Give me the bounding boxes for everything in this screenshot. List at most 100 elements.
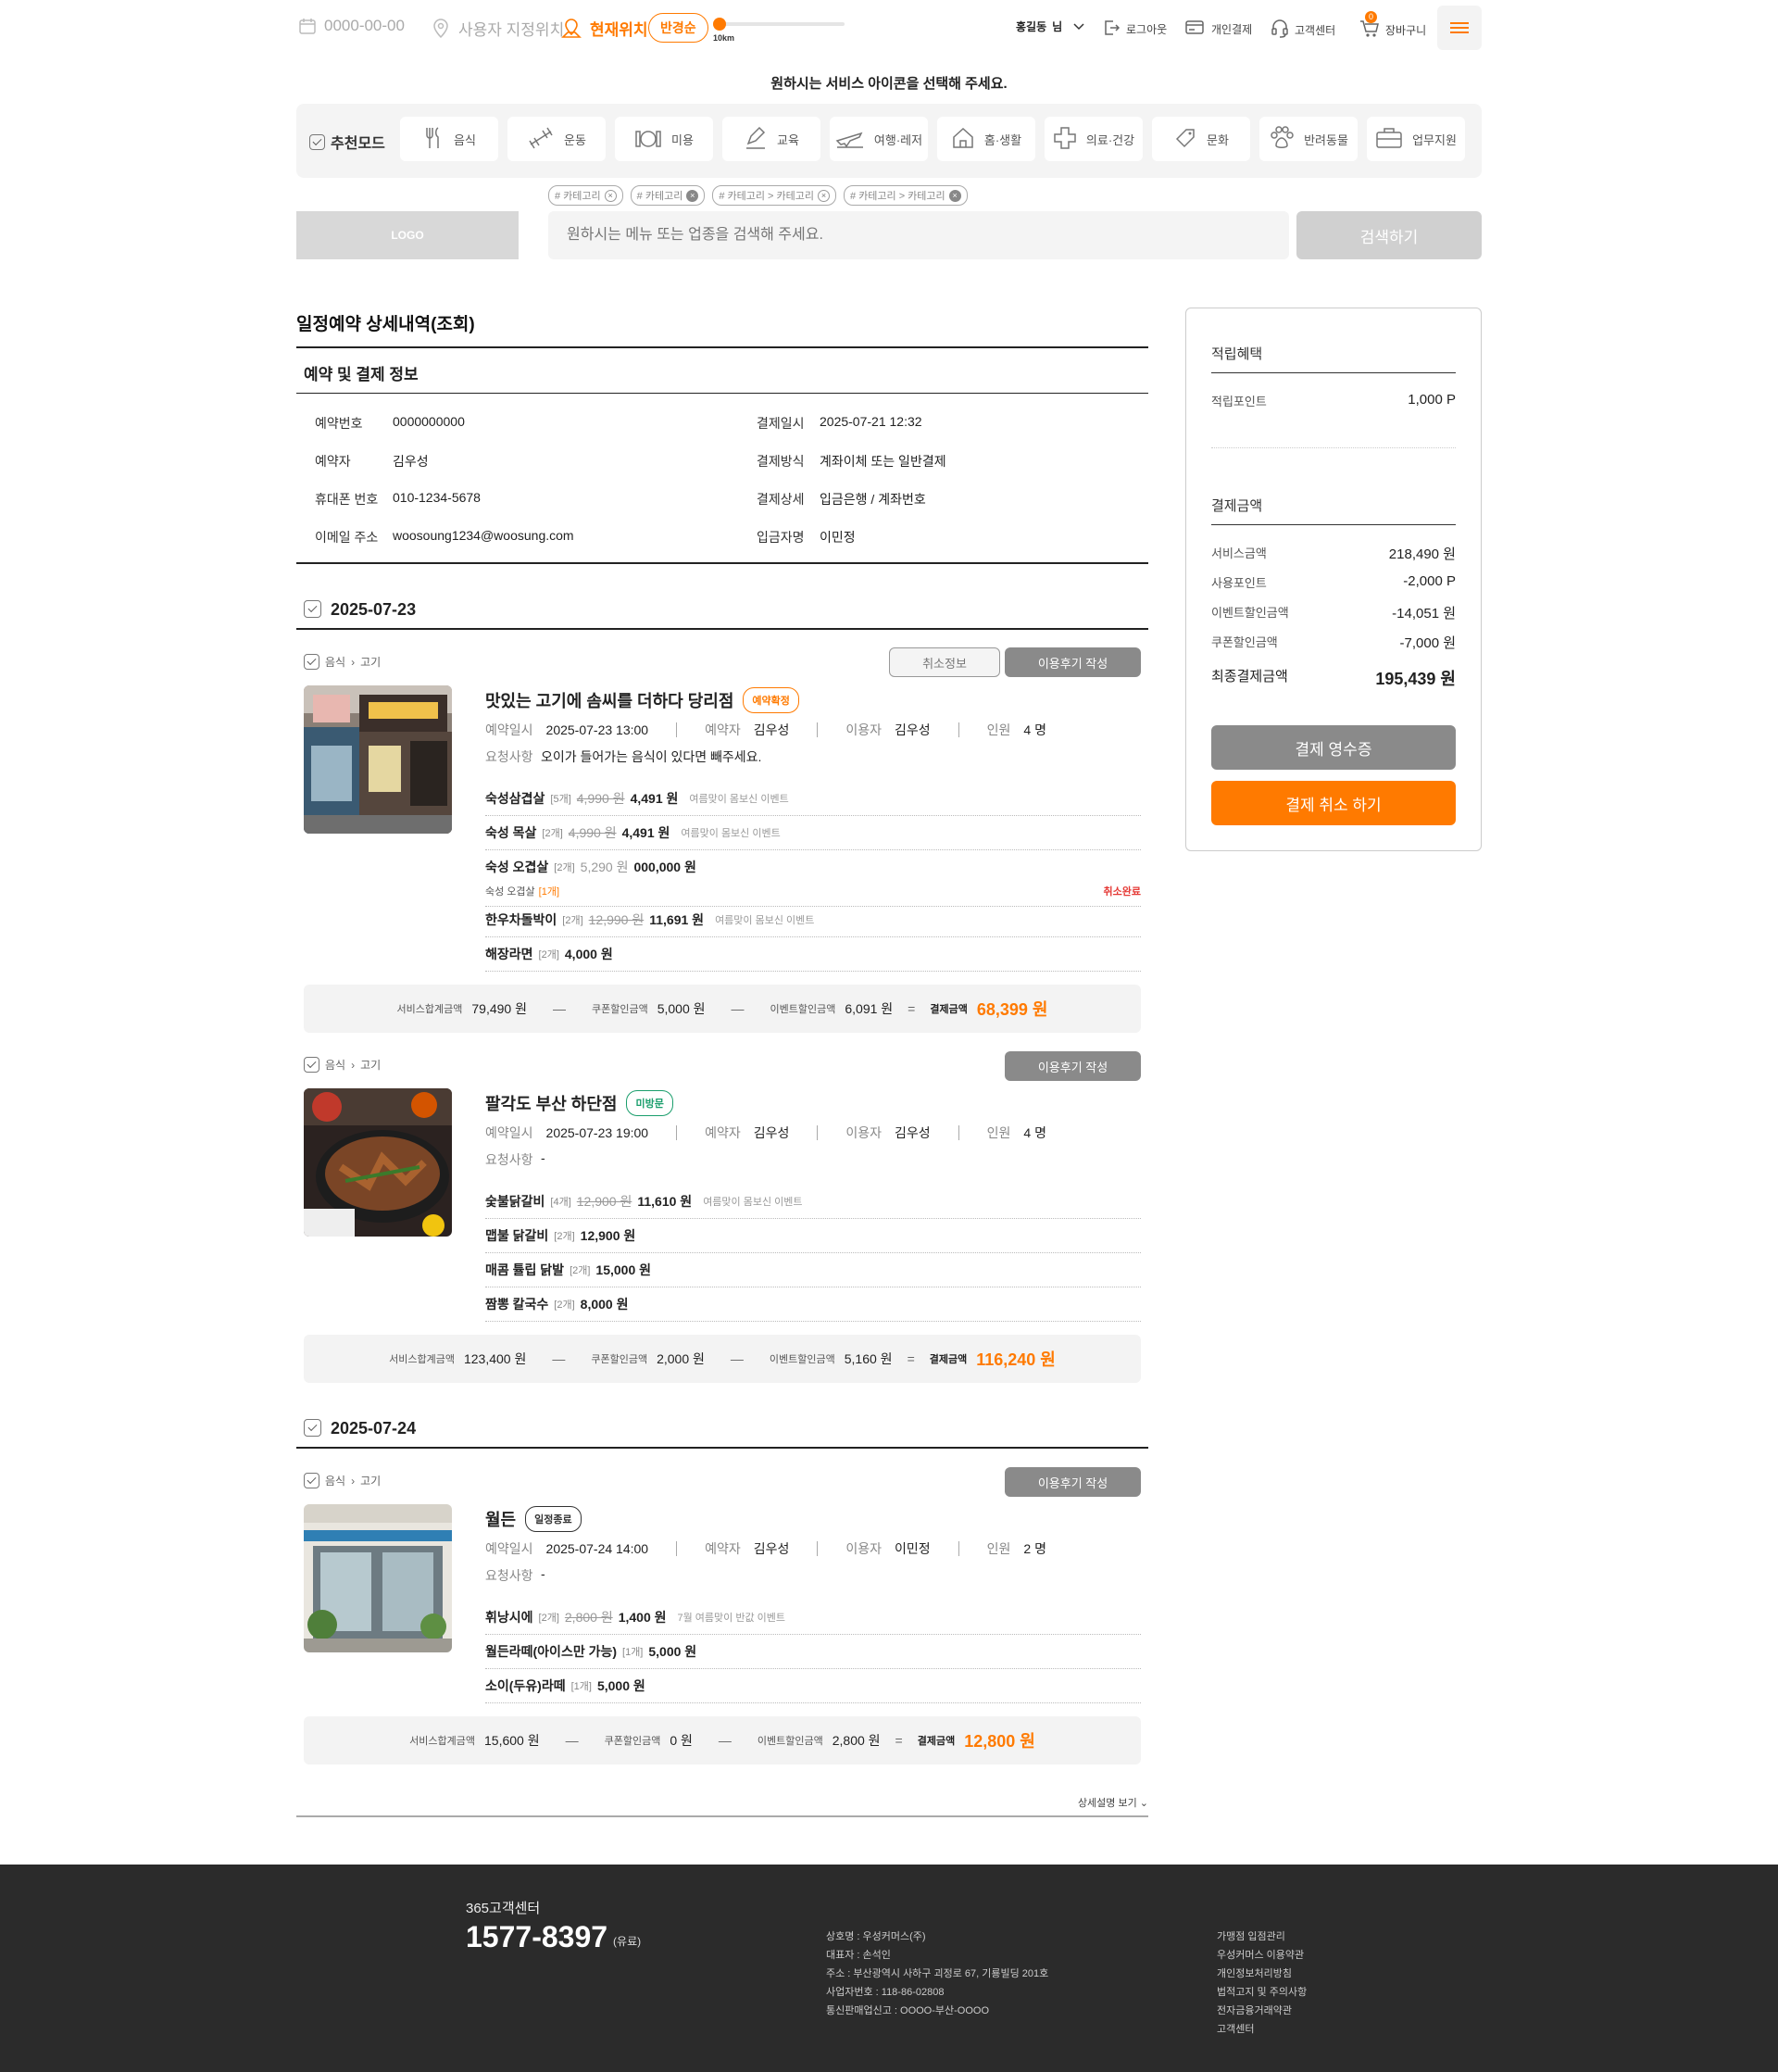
current-location-button[interactable]: 현재위치 [560,17,648,40]
menu-event: 7월 여름맞이 반값 이벤트 [677,1613,786,1624]
category-label: 음식 [454,132,476,147]
menu-qty: [2개] [542,828,563,839]
checkbox-icon[interactable] [304,1473,319,1488]
user-menu[interactable]: 홍길동 님 [1016,19,1084,34]
meta-key: 예약자 [705,1541,741,1556]
user-location-button[interactable]: 사용자 지정위치 [431,17,564,40]
show-more-link[interactable]: 상세설명 보기 ⌄ [296,1795,1148,1817]
info-row: 결제방식 계좌이체 또는 일반결제 [757,452,946,471]
radius-sort-label: 반경순 [648,13,708,43]
personal-pay-link[interactable]: 개인결제 [1185,19,1252,40]
logout-link[interactable]: 로그아웃 [1102,19,1167,40]
receipt-button[interactable]: 결제 영수증 [1211,725,1456,770]
final-value: 195,439 원 [1375,670,1456,688]
divider [817,1125,819,1140]
menu-event: 여름맞이 몸보신 이벤트 [715,915,815,926]
category-business[interactable]: 업무지원 [1367,117,1465,161]
store-thumbnail[interactable] [304,1088,452,1237]
equals-sign: = [907,1351,915,1366]
recommend-mode-toggle[interactable]: 추천모드 [309,131,385,153]
footer-link[interactable]: 전자금융거래약관 [1217,2002,1307,2020]
customer-center-link[interactable]: 고객센터 [1271,19,1335,42]
footer-link[interactable]: 개인정보처리방침 [1217,1965,1307,1983]
category-tag[interactable]: # 카테고리 × [630,185,706,206]
meta-key: 예약자 [705,722,741,737]
top-bar: 0000-00-00 사용자 지정위치 현재위치 반경순 10km 홍길동 님 … [296,0,1482,56]
meta-key: 이용자 [845,1125,882,1140]
close-icon[interactable]: × [817,189,830,202]
category-tag[interactable]: # 카테고리 > 카테고리 × [712,185,836,206]
distance-slider[interactable]: 10km [713,18,845,43]
info-row: 결제상세 입금은행 / 계좌번호 [757,490,926,509]
cs-phone[interactable]: 1577-8397 [466,1920,607,1954]
write-review-button[interactable]: 이용후기 작성 [1005,647,1141,677]
info-value: 010-1234-5678 [393,490,481,505]
info-key: 예약번호 [315,416,363,431]
search-button[interactable]: 검색하기 [1296,211,1482,259]
footer-link[interactable]: 우성커머스 이용약관 [1217,1946,1307,1965]
logo[interactable]: LOGO [296,211,519,259]
store-thumbnail[interactable] [304,685,452,834]
category-food[interactable]: 음식 [400,117,498,161]
meta-value: 김우성 [753,1541,790,1556]
home-icon [951,126,975,153]
store-name[interactable]: 맛있는 고기에 솜씨를 더하다 당리점 [485,688,733,712]
store-name[interactable]: 팔각도 부산 하단점 [485,1091,617,1115]
category-education[interactable]: 교육 [722,117,820,161]
date-group-header[interactable]: 2025-07-24 [296,1419,1148,1449]
cancel-payment-button[interactable]: 결제 취소 하기 [1211,781,1456,825]
category-beauty[interactable]: 미용 [615,117,713,161]
company-line: 상호명 : 우성커머스(주) [826,1931,926,1942]
menu-item: 소이(두유)라떼 [1개] 5,000 원 [485,1676,1141,1703]
category-tag[interactable]: # 카테고리 × [548,185,623,206]
divider [676,1541,678,1556]
checkbox-icon[interactable] [304,600,321,618]
company-info: 상호명 : 우성커머스(주) 대표자 : 손석인 주소 : 부산광역시 사하구 … [826,1928,1048,2020]
category-medical[interactable]: 의료·건강 [1045,117,1143,161]
divider [958,1125,959,1140]
company-line: 통신판매업신고 : OOOO-부산-OOOO [826,2005,990,2016]
menu-name: 숙성삼겹살 [485,791,545,806]
paw-icon [1269,125,1295,153]
write-review-button[interactable]: 이용후기 작성 [1005,1051,1141,1081]
order-breadcrumb: 음식 › 고기 [304,654,381,670]
footer-link[interactable]: 법적고지 및 주의사항 [1217,1983,1307,2002]
summary-key: 이벤트할인금액 [757,1736,823,1747]
checkbox-icon[interactable] [304,654,319,670]
category-exercise[interactable]: 운동 [507,117,606,161]
selected-tags: # 카테고리 × # 카테고리 × # 카테고리 > 카테고리 × # 카테고리 > … [548,185,968,206]
user-location-label: 사용자 지정위치 [458,21,565,39]
radius-sort-button[interactable]: 반경순 [648,13,708,43]
close-icon[interactable]: × [604,189,617,202]
slider-knob[interactable] [713,18,726,31]
footer-link[interactable]: 가맹점 입점관리 [1217,1928,1307,1946]
footer-link[interactable]: 고객센터 [1217,2020,1307,2039]
write-review-button[interactable]: 이용후기 작성 [1005,1467,1141,1497]
category-pets[interactable]: 반려동물 [1259,117,1358,161]
checkbox-icon[interactable] [304,1057,319,1073]
category-home[interactable]: 홈·생활 [937,117,1035,161]
personal-pay-label: 개인결제 [1211,23,1253,36]
canceled-label: 취소완료 [1103,886,1141,898]
date-selector[interactable]: 0000-00-00 [298,17,405,35]
search-input[interactable] [548,211,1289,259]
category-travel[interactable]: 여행·레저 [830,117,928,161]
section-title: 예약 및 결제 정보 [296,346,1148,394]
close-icon[interactable]: × [686,189,699,202]
hamburger-menu-button[interactable] [1437,6,1482,50]
cancel-info-button[interactable]: 취소정보 [889,647,1000,677]
close-icon[interactable]: × [948,189,961,202]
summary-key: 쿠폰할인금액 [591,1004,648,1015]
store-name[interactable]: 월든 [485,1507,516,1531]
recommend-mode-label: 추천모드 [331,136,385,152]
store-thumbnail[interactable] [304,1504,452,1652]
cart-link[interactable]: 0 장바구니 [1359,11,1426,42]
equals-sign: = [908,1001,916,1016]
category-culture[interactable]: 문화 [1152,117,1250,161]
date-group-header[interactable]: 2025-07-23 [296,600,1148,630]
menu-price: 4,491 원 [621,825,670,840]
checkbox-icon[interactable] [304,1419,321,1437]
category-label: 운동 [564,132,586,147]
pay-row: 서비스금액 218,490 원 [1211,544,1456,563]
category-tag[interactable]: # 카테고리 > 카테고리 × [843,185,968,206]
